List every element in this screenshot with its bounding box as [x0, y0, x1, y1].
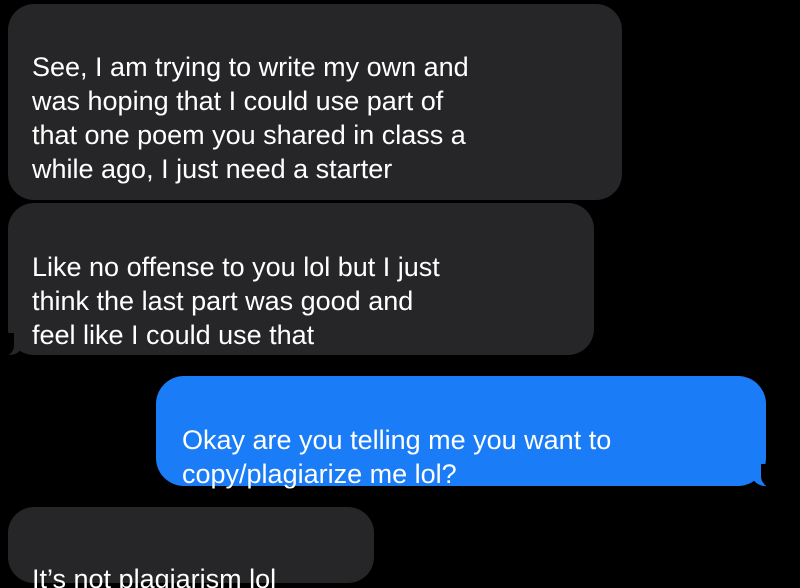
message-text: Okay are you telling me you want to copy…	[182, 425, 612, 489]
bubble-tail-mask	[761, 464, 785, 488]
incoming-message-bubble[interactable]: It’s not plagiarism lol	[8, 507, 374, 588]
message-thread: See, I am trying to write my own and was…	[0, 0, 800, 588]
incoming-message-bubble[interactable]: See, I am trying to write my own and was…	[8, 4, 622, 200]
message-text: See, I am trying to write my own and was…	[32, 52, 469, 184]
message-text: Like no offense to you lol but I just th…	[32, 252, 440, 350]
outgoing-message-bubble[interactable]: Okay are you telling me you want to copy…	[156, 376, 785, 489]
message-text: It’s not plagiarism lol	[32, 564, 277, 588]
incoming-message-bubble[interactable]: Like no offense to you lol but I just th…	[0, 203, 594, 357]
